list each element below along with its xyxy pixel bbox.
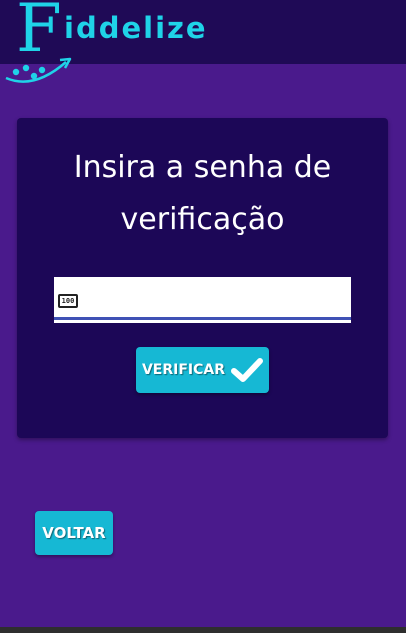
bottom-system-bar <box>0 627 406 633</box>
verify-button[interactable]: VERIFICAR <box>136 347 269 393</box>
verify-button-label: VERIFICAR <box>141 362 226 378</box>
verification-code-input[interactable] <box>84 285 344 315</box>
back-button-label: VOLTAR <box>42 524 106 542</box>
verification-code-field[interactable]: 100 <box>54 277 351 323</box>
check-icon <box>231 358 264 382</box>
logo-text: iddelize <box>64 11 208 45</box>
card-title: Insira a senha de verificação <box>17 142 388 246</box>
back-button[interactable]: VOLTAR <box>35 511 113 555</box>
card-title-line-1: Insira a senha de <box>73 150 332 185</box>
input-underline <box>54 317 351 320</box>
fiddelize-logo[interactable]: F iddelize <box>4 0 244 90</box>
numeric-keypad-icon: 100 <box>58 294 78 308</box>
logo-swoosh-icon <box>5 57 72 83</box>
card-title-line-2: verificação <box>120 202 285 237</box>
app-header: F iddelize <box>0 0 406 83</box>
